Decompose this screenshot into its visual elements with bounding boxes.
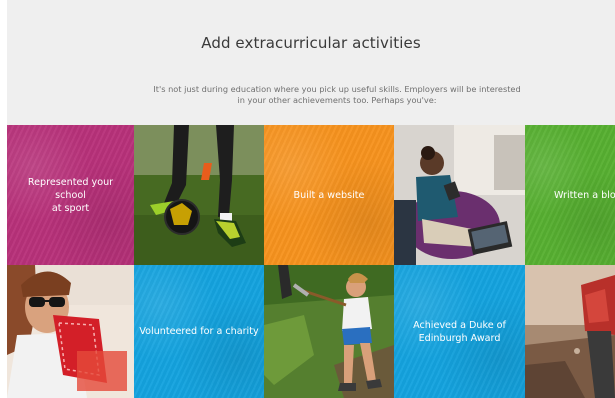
section-header: Add extracurricular activities It's not … [7,0,615,125]
page-title: Add extracurricular activities [201,34,421,52]
extracurricular-page: Add extracurricular activities It's not … [0,0,615,398]
activity-tile-website[interactable]: Built a website [264,125,394,265]
intro-text: It's not just during education where you… [153,84,521,105]
activity-label-blog: Written a blo [554,189,615,201]
activity-label-website: Built a website [293,189,365,201]
activity-tile-charity[interactable]: Volunteered for a charity [134,265,264,398]
football-photo [134,125,264,265]
activity-tile-blog[interactable]: Written a blo [525,125,615,265]
student-tablet-photo [394,125,525,265]
activity-label-sport: Represented your school at sport [27,176,114,214]
activity-tile-dofe[interactable]: Achieved a Duke of Edinburgh Award [394,265,525,398]
sunglasses-laptop-photo [7,265,134,398]
activity-label-dofe: Achieved a Duke of Edinburgh Award [413,319,506,344]
activity-tile-sport[interactable]: Represented your school at sport [7,125,134,265]
hiker-photo [525,265,615,398]
activity-label-charity: Volunteered for a charity [139,326,259,337]
gardening-volunteer-photo [264,265,394,398]
